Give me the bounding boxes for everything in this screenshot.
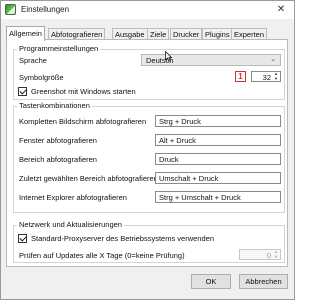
hotkey-label-region: Bereich abfotografieren bbox=[19, 155, 97, 164]
hotkey-value-ie: Strg + Umschalt + Druck bbox=[159, 193, 241, 202]
hotkey-value-last-region: Umschalt + Druck bbox=[159, 174, 219, 183]
cancel-button[interactable]: Abbrechen bbox=[239, 274, 288, 289]
settings-panel: Programmeinstellungen Sprache Deutsch ⌄ … bbox=[6, 39, 288, 267]
update-interval-value: 0 bbox=[266, 251, 271, 260]
icon-size-value: 32 bbox=[262, 73, 271, 82]
language-label: Sprache bbox=[19, 56, 47, 65]
hotkey-value-fullscreen: Strg + Druck bbox=[159, 117, 201, 126]
hotkey-label-window: Fenster abfotografieren bbox=[19, 136, 97, 145]
close-button[interactable]: ✕ bbox=[274, 3, 288, 17]
autostart-checkbox[interactable] bbox=[18, 87, 27, 96]
greenshot-app-icon bbox=[5, 4, 16, 15]
chevron-down-icon: ⌄ bbox=[270, 56, 276, 63]
window-title: Einstellungen bbox=[21, 5, 70, 14]
spinner-arrows-icon[interactable]: ▲ ▼ bbox=[272, 71, 280, 81]
spinner-arrows-icon: ▲ ▼ bbox=[274, 249, 278, 259]
settings-window: Einstellungen ✕ Allgemein Abfotografiere… bbox=[0, 0, 295, 300]
hotkey-field-ie[interactable]: Strg + Umschalt + Druck bbox=[155, 191, 281, 203]
hotkey-label-last-region: Zuletzt gewählten Bereich abfotografiere… bbox=[19, 174, 158, 183]
hotkey-label-ie: Internet Explorer abfotografieren bbox=[19, 193, 127, 202]
autostart-label: Greenshot mit Windows starten bbox=[31, 87, 136, 96]
group-title-hotkeys: Tastenkombinationen bbox=[17, 101, 92, 110]
ok-button[interactable]: OK bbox=[191, 274, 231, 289]
mouse-cursor-icon bbox=[165, 51, 172, 62]
proxy-checkbox[interactable] bbox=[18, 234, 27, 243]
hotkey-value-region: Druck bbox=[159, 155, 179, 164]
hotkey-field-last-region[interactable]: Umschalt + Druck bbox=[155, 172, 281, 184]
group-title-program-settings: Programmeinstellungen bbox=[17, 44, 101, 53]
icon-size-label: Symbolgröße bbox=[19, 73, 64, 82]
hotkey-field-fullscreen[interactable]: Strg + Druck bbox=[155, 115, 281, 127]
hotkey-field-region[interactable]: Druck bbox=[155, 153, 281, 165]
icon-size-spinner[interactable]: 32 ▲ ▼ bbox=[251, 71, 281, 82]
annotation-badge: 1 bbox=[235, 71, 246, 82]
update-interval-spinner[interactable]: 0 ▲ ▼ bbox=[239, 249, 281, 260]
hotkey-value-window: Alt + Druck bbox=[159, 136, 196, 145]
update-interval-label: Prüfen auf Updates alle X Tage (0=keine … bbox=[19, 251, 185, 260]
tab-allgemein[interactable]: Allgemein bbox=[6, 26, 45, 41]
proxy-label: Standard-Proxyserver des Betriebssystems… bbox=[31, 234, 214, 243]
hotkey-field-window[interactable]: Alt + Druck bbox=[155, 134, 281, 146]
language-dropdown[interactable]: Deutsch ⌄ bbox=[141, 54, 281, 66]
group-title-network: Netzwerk und Aktualisierungen bbox=[17, 220, 124, 229]
hotkey-label-fullscreen: Kompletten Bildschirm abfotografieren bbox=[19, 117, 147, 126]
title-bar: Einstellungen ✕ bbox=[1, 1, 294, 19]
